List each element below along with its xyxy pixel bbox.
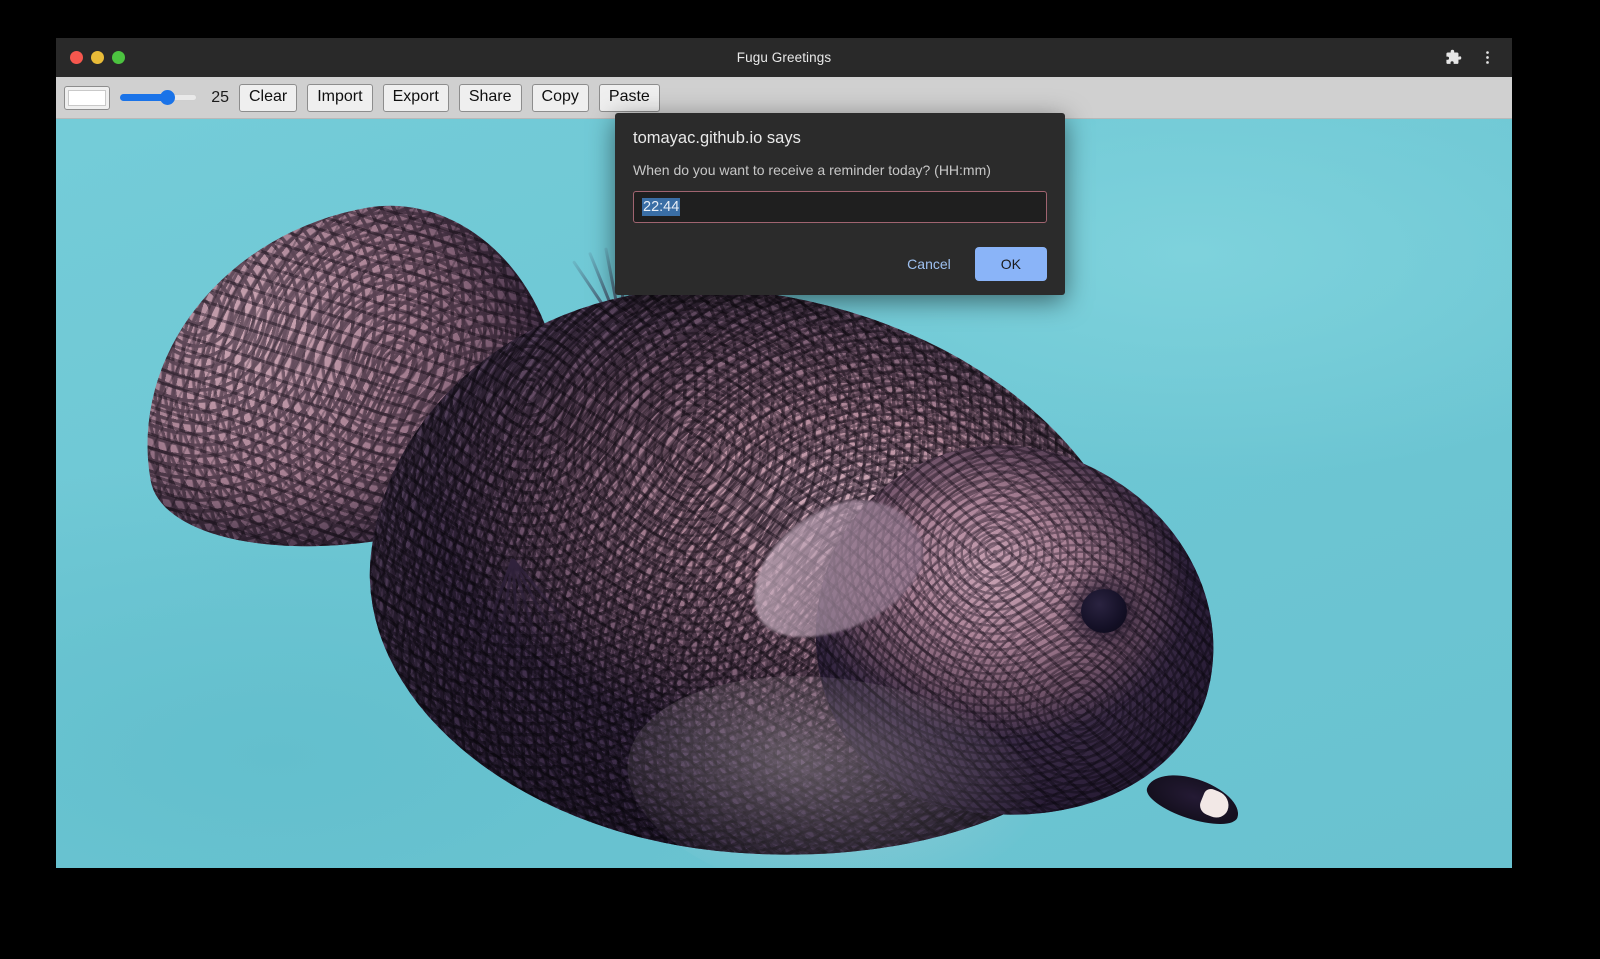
share-button[interactable]: Share bbox=[459, 84, 522, 112]
more-menu-icon[interactable] bbox=[1472, 43, 1502, 73]
slider-thumb[interactable] bbox=[160, 90, 175, 105]
javascript-prompt-dialog: tomayac.github.io says When do you want … bbox=[615, 113, 1065, 295]
dialog-message: When do you want to receive a reminder t… bbox=[633, 162, 1047, 178]
color-input[interactable] bbox=[64, 86, 110, 110]
browser-window: Fugu Greetings bbox=[56, 38, 1512, 868]
screenshot-root: Fugu Greetings bbox=[0, 0, 1600, 959]
ok-button[interactable]: OK bbox=[975, 247, 1047, 281]
slider-fill bbox=[120, 94, 165, 101]
cancel-button[interactable]: Cancel bbox=[893, 248, 965, 280]
fish-anal-fin bbox=[426, 559, 596, 709]
minimize-button[interactable] bbox=[91, 51, 104, 64]
fish-eye bbox=[1081, 589, 1127, 633]
copy-button[interactable]: Copy bbox=[532, 84, 589, 112]
paste-button[interactable]: Paste bbox=[599, 84, 660, 112]
clear-button[interactable]: Clear bbox=[239, 84, 297, 112]
reminder-time-value: 22:44 bbox=[642, 198, 680, 216]
titlebar-actions bbox=[1438, 38, 1502, 77]
line-width-slider[interactable] bbox=[120, 87, 197, 109]
dialog-actions: Cancel OK bbox=[633, 247, 1047, 281]
reminder-time-input[interactable]: 22:44 bbox=[633, 191, 1047, 223]
dialog-origin-title: tomayac.github.io says bbox=[633, 129, 1047, 148]
window-titlebar: Fugu Greetings bbox=[56, 38, 1512, 77]
export-button[interactable]: Export bbox=[383, 84, 449, 112]
window-title: Fugu Greetings bbox=[56, 50, 1512, 65]
window-controls bbox=[56, 51, 125, 64]
slider-value-label: 25 bbox=[207, 89, 229, 107]
extensions-icon[interactable] bbox=[1438, 43, 1468, 73]
close-button[interactable] bbox=[70, 51, 83, 64]
maximize-button[interactable] bbox=[112, 51, 125, 64]
import-button[interactable]: Import bbox=[307, 84, 372, 112]
fish-mouth bbox=[1142, 765, 1245, 832]
